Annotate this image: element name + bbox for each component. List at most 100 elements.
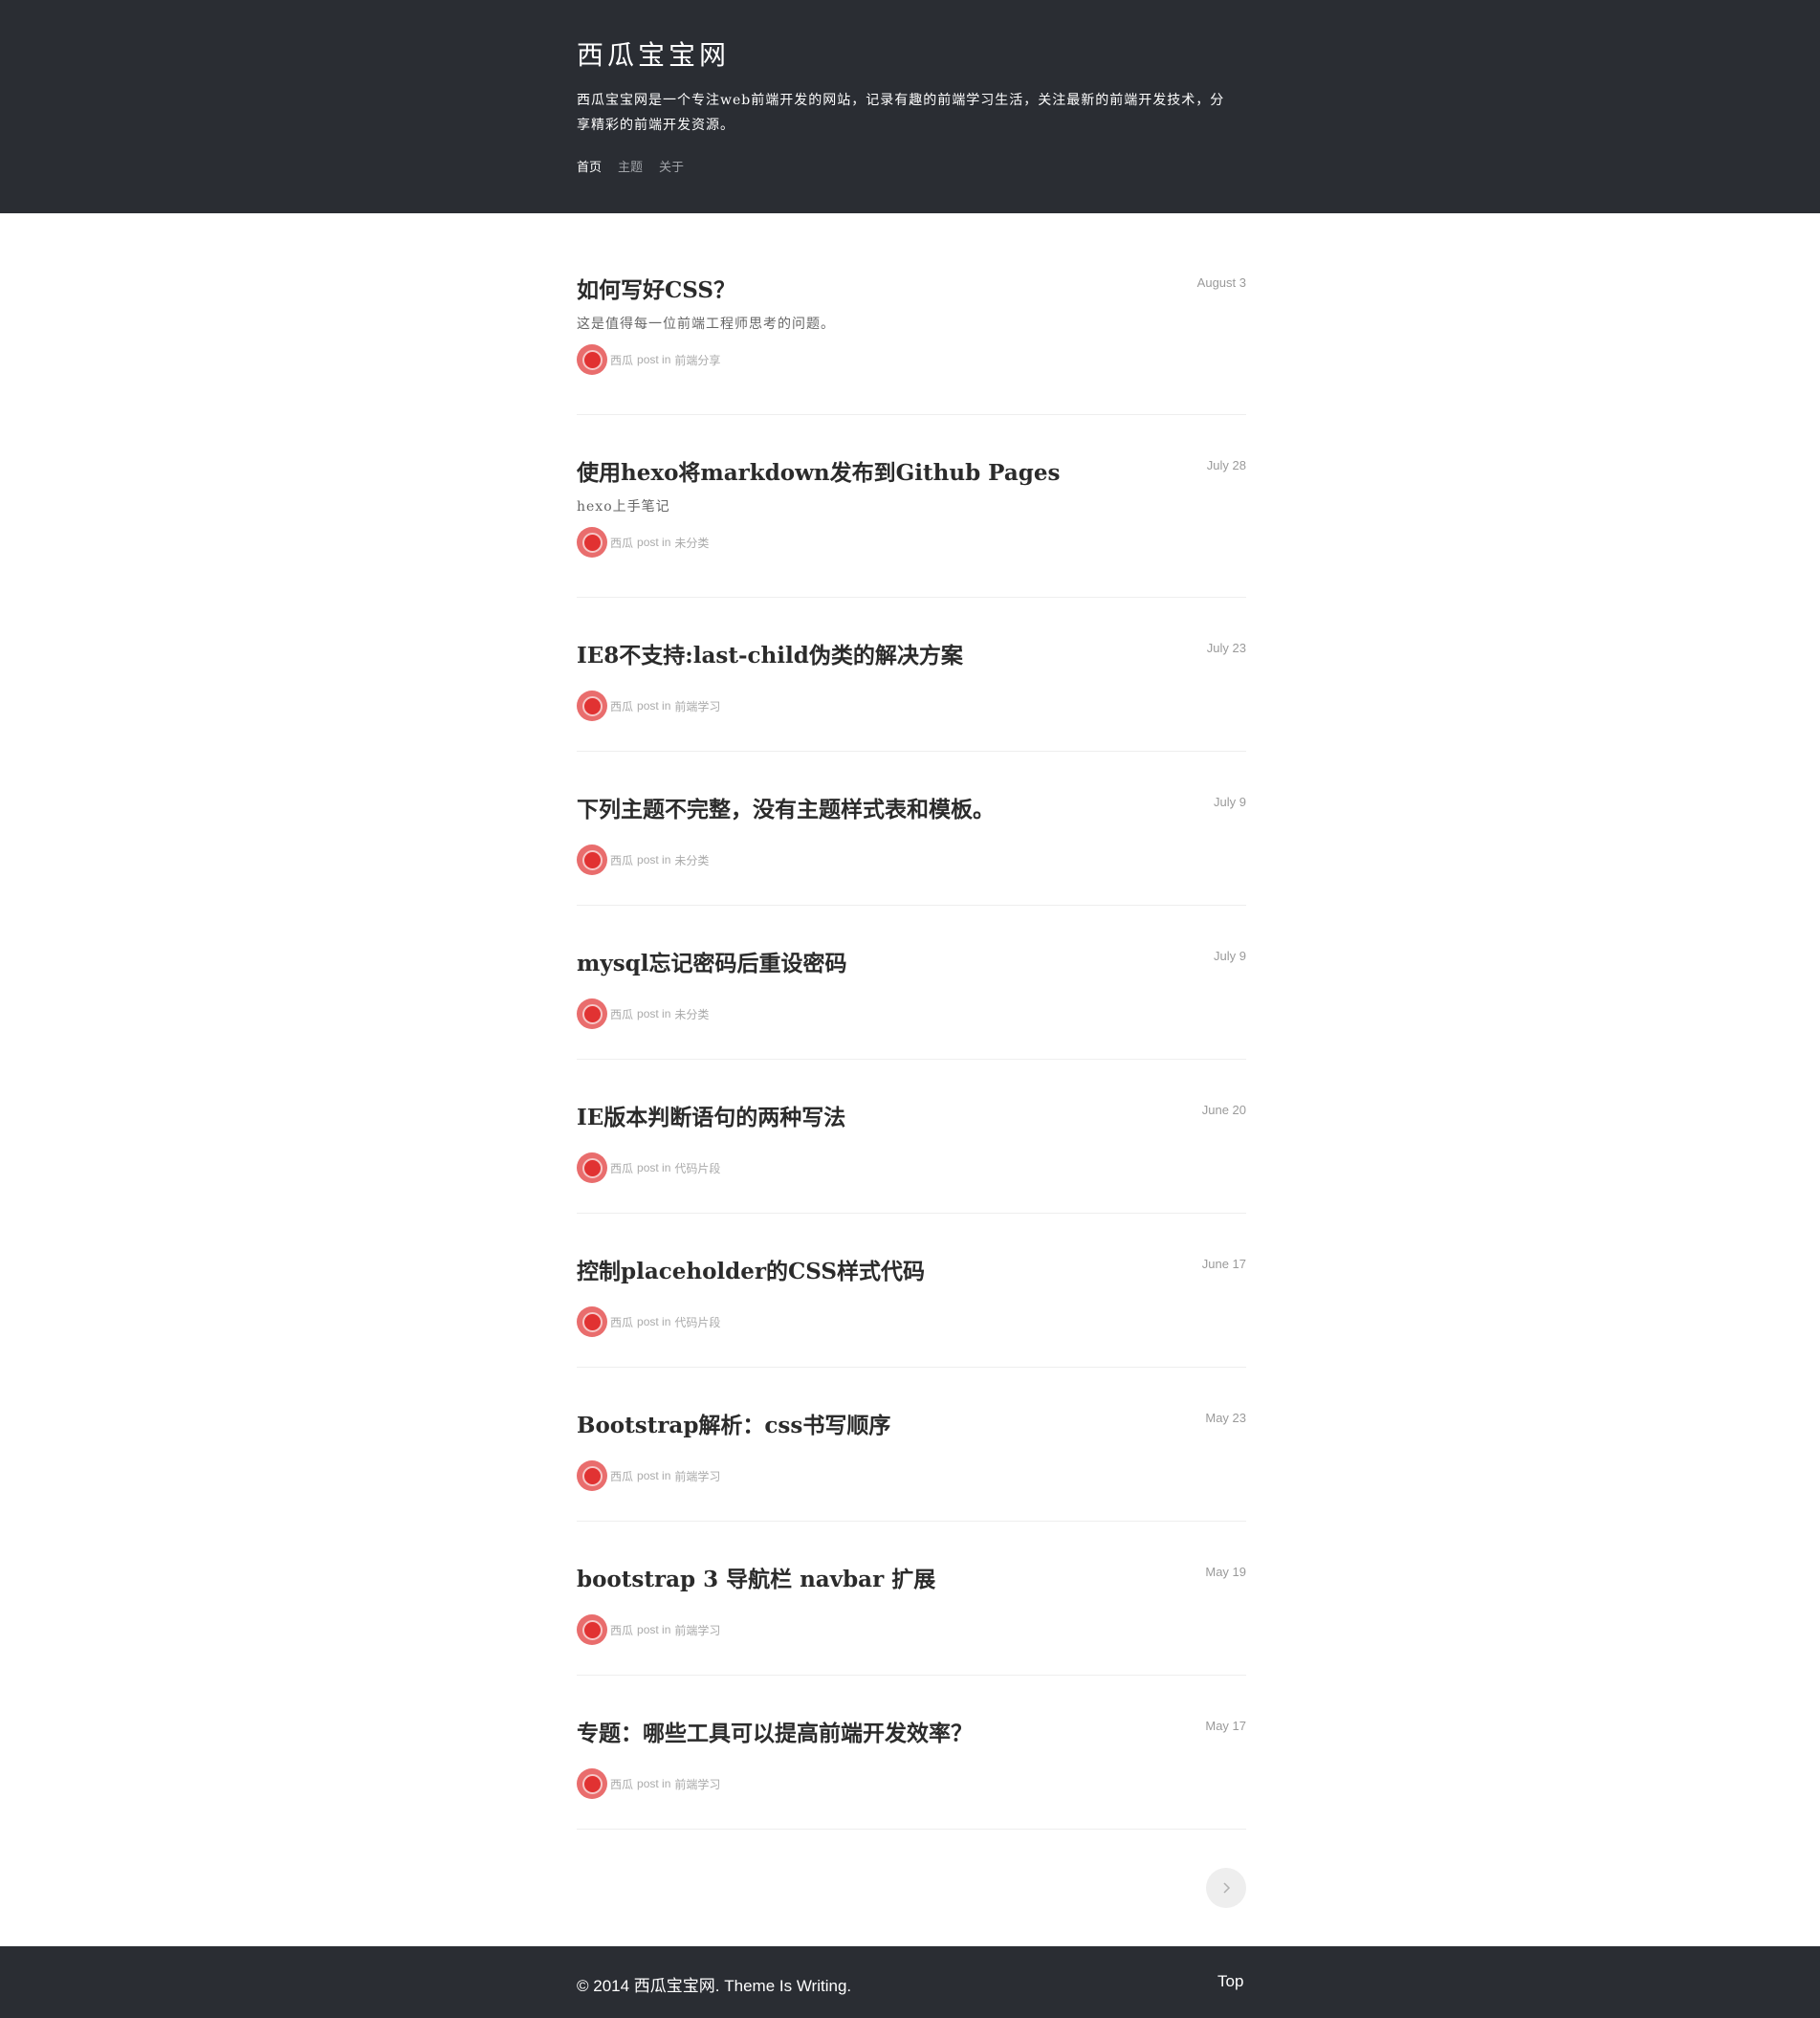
post-date: August 3 [1196,275,1246,290]
post-date: July 9 [1214,949,1246,963]
avatar[interactable] [577,1152,607,1183]
post-item: mysql忘记密码后重设密码 July 9 西瓜 post in 未分类 [577,945,1246,1060]
post-title[interactable]: 使用hexo将markdown发布到Github Pages [577,454,1060,487]
site-footer: © 2014 西瓜宝宝网. Theme Is Writing. Top [0,1946,1820,2018]
nav-item-themes[interactable]: 主题 [618,157,643,175]
post-meta: 西瓜 post in 未分类 [577,998,709,1029]
post-author-link[interactable]: 西瓜 [610,1314,633,1330]
post-meta-text: post in [637,699,671,713]
post-item: 下列主题不完整，没有主题样式表和模板。 July 9 西瓜 post in 未分类 [577,791,1246,906]
post-category-link[interactable]: 前端分享 [674,352,720,368]
post-excerpt: 这是值得每一位前端工程师思考的问题。 [577,317,835,332]
avatar-image [581,349,603,370]
post-excerpt: hexo上手笔记 [577,499,670,515]
post-date: May 19 [1205,1565,1246,1579]
post-item: bootstrap 3 导航栏 navbar 扩展 May 19 西瓜 post in… [577,1561,1246,1676]
post-meta: 西瓜 post in 未分类 [577,844,709,875]
avatar-image [581,532,603,553]
footer-copyright: © 2014 西瓜宝宝网. Theme Is Writing. [577,1977,852,1995]
post-category-link[interactable]: 前端学习 [674,1468,720,1484]
main-nav: 首页 主题 关于 [577,157,684,175]
site-description: 西瓜宝宝网是一个专注web前端开发的网站，记录有趣的前端学习生活，关注最新的前端… [577,93,1225,133]
post-author-link[interactable]: 西瓜 [610,535,633,551]
post-category-link[interactable]: 前端学习 [674,1622,720,1638]
avatar-image [581,1773,603,1794]
post-meta-text: post in [637,1469,671,1482]
post-title[interactable]: 下列主题不完整，没有主题样式表和模板。 [577,791,995,823]
avatar-image [581,1157,603,1178]
avatar[interactable] [577,998,607,1029]
nav-item-about[interactable]: 关于 [659,157,684,175]
avatar-image [581,695,603,716]
post-author-link[interactable]: 西瓜 [610,1622,633,1638]
post-title[interactable]: Bootstrap解析：css书写顺序 [577,1407,890,1439]
post-date: June 17 [1201,1257,1246,1271]
site-header: 西瓜宝宝网 西瓜宝宝网是一个专注web前端开发的网站，记录有趣的前端学习生活，关… [0,0,1820,213]
post-title[interactable]: 专题：哪些工具可以提高前端开发效率？ [577,1715,973,1747]
back-to-top-link[interactable]: Top [1217,1972,1243,1991]
post-category-link[interactable]: 代码片段 [674,1314,720,1330]
avatar[interactable] [577,1768,607,1799]
post-title[interactable]: IE8不支持:last-child伪类的解决方案 [577,637,963,669]
avatar[interactable] [577,1460,607,1491]
post-item: 使用hexo将markdown发布到Github Pages July 28 hex… [577,454,1246,598]
post-meta-text: post in [637,1161,671,1174]
post-author-link[interactable]: 西瓜 [610,1776,633,1792]
site-title[interactable]: 西瓜宝宝网 [577,34,730,73]
post-meta: 西瓜 post in 前端分享 [577,344,720,375]
avatar-image [581,1619,603,1640]
chevron-right-icon [1223,1882,1231,1894]
avatar[interactable] [577,1306,607,1337]
post-date: June 20 [1201,1103,1246,1117]
post-meta: 西瓜 post in 前端学习 [577,691,720,721]
post-meta: 西瓜 post in 前端学习 [577,1460,720,1491]
post-category-link[interactable]: 前端学习 [674,698,720,714]
post-item: Bootstrap解析：css书写顺序 May 23 西瓜 post in 前端学习 [577,1407,1246,1522]
nav-item-home[interactable]: 首页 [577,157,602,175]
post-item: 如何写好CSS？ August 3 这是值得每一位前端工程师思考的问题。西瓜 post… [577,272,1246,415]
post-meta-text: post in [637,1623,671,1636]
post-item: 专题：哪些工具可以提高前端开发效率？ May 17 西瓜 post in 前端学习 [577,1715,1246,1830]
post-category-link[interactable]: 前端学习 [674,1776,720,1792]
post-meta-text: post in [637,536,671,549]
avatar[interactable] [577,344,607,375]
post-item: 控制placeholder的CSS样式代码 June 17 西瓜 post in 代码片… [577,1253,1246,1368]
post-title[interactable]: IE版本判断语句的两种写法 [577,1099,845,1131]
post-date: May 17 [1205,1719,1246,1733]
post-title[interactable]: 如何写好CSS？ [577,272,735,304]
post-category-link[interactable]: 未分类 [674,1006,709,1022]
post-meta: 西瓜 post in 未分类 [577,527,709,558]
post-author-link[interactable]: 西瓜 [610,352,633,368]
post-category-link[interactable]: 代码片段 [674,1160,720,1176]
post-date: July 9 [1214,795,1246,809]
post-category-link[interactable]: 未分类 [674,852,709,868]
post-category-link[interactable]: 未分类 [674,535,709,551]
post-author-link[interactable]: 西瓜 [610,1160,633,1176]
post-author-link[interactable]: 西瓜 [610,698,633,714]
avatar-image [581,1465,603,1486]
avatar-image [581,849,603,870]
post-date: May 23 [1205,1411,1246,1425]
avatar-image [581,1003,603,1024]
post-title[interactable]: bootstrap 3 导航栏 navbar 扩展 [577,1561,935,1593]
avatar[interactable] [577,844,607,875]
avatar[interactable] [577,1614,607,1645]
post-meta: 西瓜 post in 代码片段 [577,1152,720,1183]
post-meta-text: post in [637,1777,671,1790]
next-page-button[interactable] [1206,1868,1246,1908]
post-meta: 西瓜 post in 前端学习 [577,1768,720,1799]
post-title[interactable]: mysql忘记密码后重设密码 [577,945,846,977]
post-item: IE8不支持:last-child伪类的解决方案 July 23 西瓜 post in… [577,637,1246,752]
post-title[interactable]: 控制placeholder的CSS样式代码 [577,1253,925,1285]
post-meta: 西瓜 post in 代码片段 [577,1306,720,1337]
post-author-link[interactable]: 西瓜 [610,1006,633,1022]
post-author-link[interactable]: 西瓜 [610,852,633,868]
avatar[interactable] [577,691,607,721]
post-author-link[interactable]: 西瓜 [610,1468,633,1484]
post-meta-text: post in [637,353,671,366]
avatar[interactable] [577,527,607,558]
post-meta-text: post in [637,1007,671,1020]
post-meta-text: post in [637,1315,671,1328]
post-meta: 西瓜 post in 前端学习 [577,1614,720,1645]
avatar-image [581,1311,603,1332]
